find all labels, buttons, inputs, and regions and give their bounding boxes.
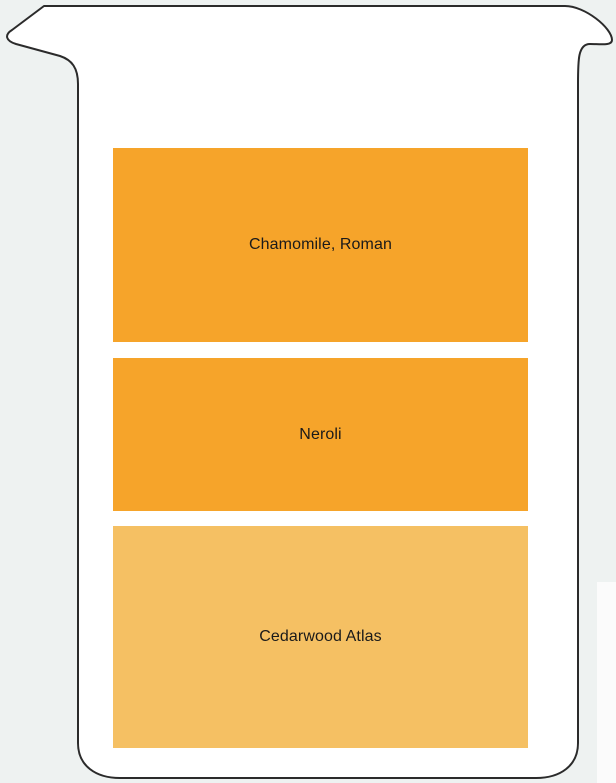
layer-label: Chamomile, Roman — [249, 236, 392, 253]
layer-label: Cedarwood Atlas — [259, 628, 382, 645]
layer-chamomile-roman: Chamomile, Roman — [113, 148, 528, 342]
layer-neroli: Neroli — [113, 358, 528, 511]
layer-cedarwood-atlas: Cedarwood Atlas — [113, 526, 528, 748]
layer-label: Neroli — [299, 425, 342, 443]
